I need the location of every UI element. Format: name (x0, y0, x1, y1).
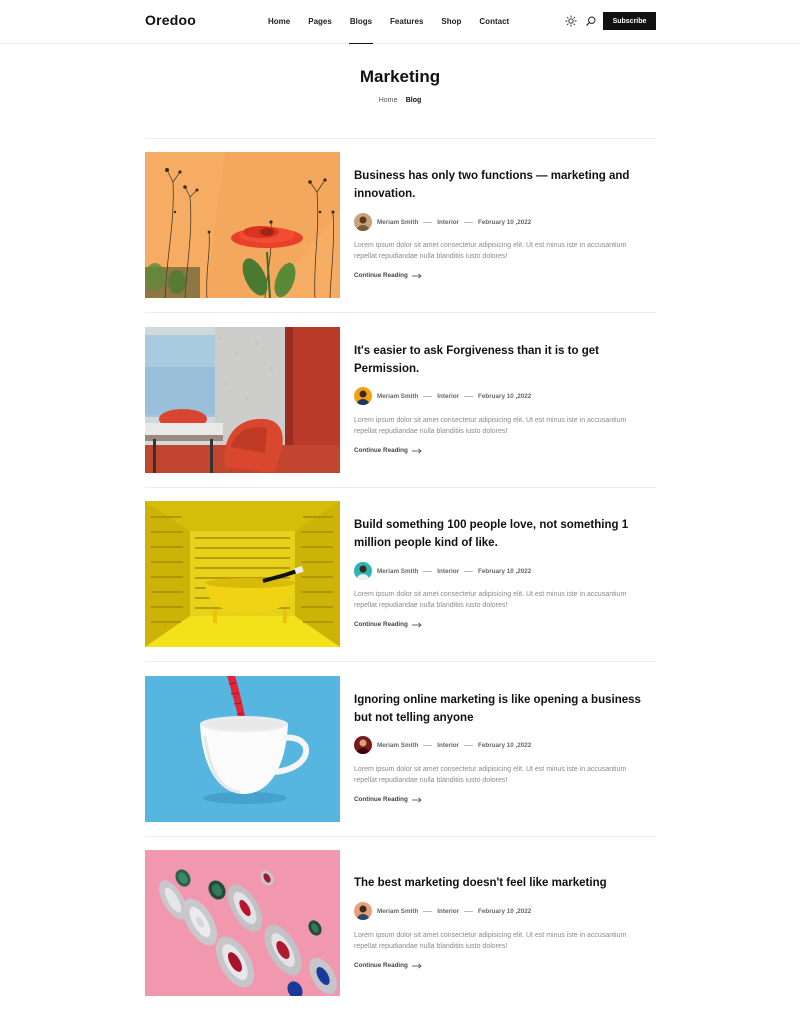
continue-reading-label: Continue Reading (354, 272, 408, 279)
meta-separator (423, 570, 433, 572)
arrow-right-icon (411, 962, 422, 969)
author-name[interactable]: Meriam Smith (377, 568, 418, 575)
post-excerpt: Lorem ipsum dolor sit amet consectetur a… (354, 242, 627, 261)
continue-reading-link[interactable]: Continue Reading (354, 621, 422, 628)
divider (145, 661, 656, 662)
post-excerpt: Lorem ipsum dolor sit amet consectetur a… (354, 417, 627, 436)
divider (145, 836, 656, 837)
post-image[interactable] (145, 152, 340, 298)
post-image[interactable] (145, 850, 340, 996)
post-title[interactable]: Ignoring online marketing is like openin… (354, 691, 654, 727)
arrow-right-icon (411, 621, 422, 628)
post-title[interactable]: It's easier to ask Forgiveness than it i… (354, 342, 654, 378)
main-nav: Home Pages Blogs Features Shop Contact (268, 0, 527, 44)
meta-separator (464, 570, 473, 572)
author-name[interactable]: Meriam Smith (377, 219, 418, 226)
author-avatar[interactable] (354, 902, 372, 920)
nav-pages[interactable]: Pages (308, 0, 332, 43)
post-title[interactable]: Business has only two functions — market… (354, 167, 654, 203)
post-category[interactable]: Interior (437, 742, 459, 749)
continue-reading-link[interactable]: Continue Reading (354, 447, 422, 454)
continue-reading-link[interactable]: Continue Reading (354, 272, 422, 279)
post-category[interactable]: Interior (437, 219, 459, 226)
meta-separator (464, 910, 473, 912)
author-avatar[interactable] (354, 736, 372, 754)
post-item: It's easier to ask Forgiveness than it i… (145, 327, 656, 473)
post-excerpt: Lorem ipsum dolor sit amet consectetur a… (354, 591, 627, 610)
author-name[interactable]: Meriam Smith (377, 908, 418, 915)
author-avatar[interactable] (354, 387, 372, 405)
meta-separator (423, 910, 433, 912)
breadcrumb-current: Blog (405, 97, 422, 104)
continue-reading-label: Continue Reading (354, 621, 408, 628)
continue-reading-label: Continue Reading (354, 796, 408, 803)
sun-icon[interactable] (565, 14, 577, 27)
arrow-right-icon (411, 272, 422, 279)
nav-shop[interactable]: Shop (441, 0, 461, 43)
breadcrumb-separator: · (400, 97, 403, 104)
post-image[interactable] (145, 501, 340, 647)
site-header: Oredoo Home Pages Blogs Features Shop Co… (0, 0, 800, 44)
arrow-right-icon (411, 447, 422, 454)
post-meta: Meriam Smith Interior February 10 ,2022 (354, 387, 531, 405)
site-logo[interactable]: Oredoo (145, 12, 196, 28)
meta-separator (423, 221, 433, 223)
post-excerpt: Lorem ipsum dolor sit amet consectetur a… (354, 932, 627, 951)
post-date: February 10 ,2022 (478, 567, 532, 575)
post-image[interactable] (145, 676, 340, 822)
post-category[interactable]: Interior (437, 568, 459, 575)
divider (145, 138, 656, 139)
divider (145, 487, 656, 488)
meta-separator (423, 744, 433, 746)
post-meta: Meriam Smith Interior February 10 ,2022 (354, 902, 531, 920)
post-date: February 10 ,2022 (478, 392, 532, 400)
post-image[interactable] (145, 327, 340, 473)
divider (145, 312, 656, 313)
post-item: Build something 100 people love, not som… (145, 501, 656, 647)
search-icon[interactable] (585, 14, 597, 26)
post-item: Business has only two functions — market… (145, 152, 656, 298)
breadcrumb-home[interactable]: Home (379, 97, 398, 104)
breadcrumb: Home · Blog (0, 97, 800, 104)
post-title[interactable]: Build something 100 people love, not som… (354, 516, 654, 552)
post-title[interactable]: The best marketing doesn't feel like mar… (354, 874, 654, 892)
meta-separator (464, 221, 473, 223)
nav-contact[interactable]: Contact (479, 0, 509, 43)
meta-separator (464, 395, 473, 397)
post-meta: Meriam Smith Interior February 10 ,2022 (354, 562, 531, 580)
post-meta: Meriam Smith Interior February 10 ,2022 (354, 736, 531, 754)
post-date: February 10 ,2022 (478, 218, 532, 226)
post-category[interactable]: Interior (437, 393, 459, 400)
nav-blogs[interactable]: Blogs (348, 0, 374, 44)
post-meta: Meriam Smith Interior February 10 ,2022 (354, 213, 531, 231)
meta-separator (464, 744, 473, 746)
meta-separator (423, 395, 433, 397)
page-title: Marketing (359, 67, 441, 86)
post-item: The best marketing doesn't feel like mar… (145, 850, 656, 996)
author-avatar[interactable] (354, 562, 372, 580)
nav-features[interactable]: Features (390, 0, 423, 43)
continue-reading-label: Continue Reading (354, 962, 408, 969)
nav-home[interactable]: Home (268, 0, 290, 43)
post-category[interactable]: Interior (437, 908, 459, 915)
post-excerpt: Lorem ipsum dolor sit amet consectetur a… (354, 766, 627, 785)
continue-reading-link[interactable]: Continue Reading (354, 796, 422, 803)
continue-reading-link[interactable]: Continue Reading (354, 962, 422, 969)
post-item: Ignoring online marketing is like openin… (145, 676, 656, 822)
continue-reading-label: Continue Reading (354, 447, 408, 454)
author-name[interactable]: Meriam Smith (377, 742, 418, 749)
post-date: February 10 ,2022 (478, 741, 532, 749)
subscribe-button[interactable]: Subscribe (603, 12, 656, 30)
arrow-right-icon (411, 796, 422, 803)
author-name[interactable]: Meriam Smith (377, 393, 418, 400)
author-avatar[interactable] (354, 213, 372, 231)
post-date: February 10 ,2022 (478, 907, 532, 915)
